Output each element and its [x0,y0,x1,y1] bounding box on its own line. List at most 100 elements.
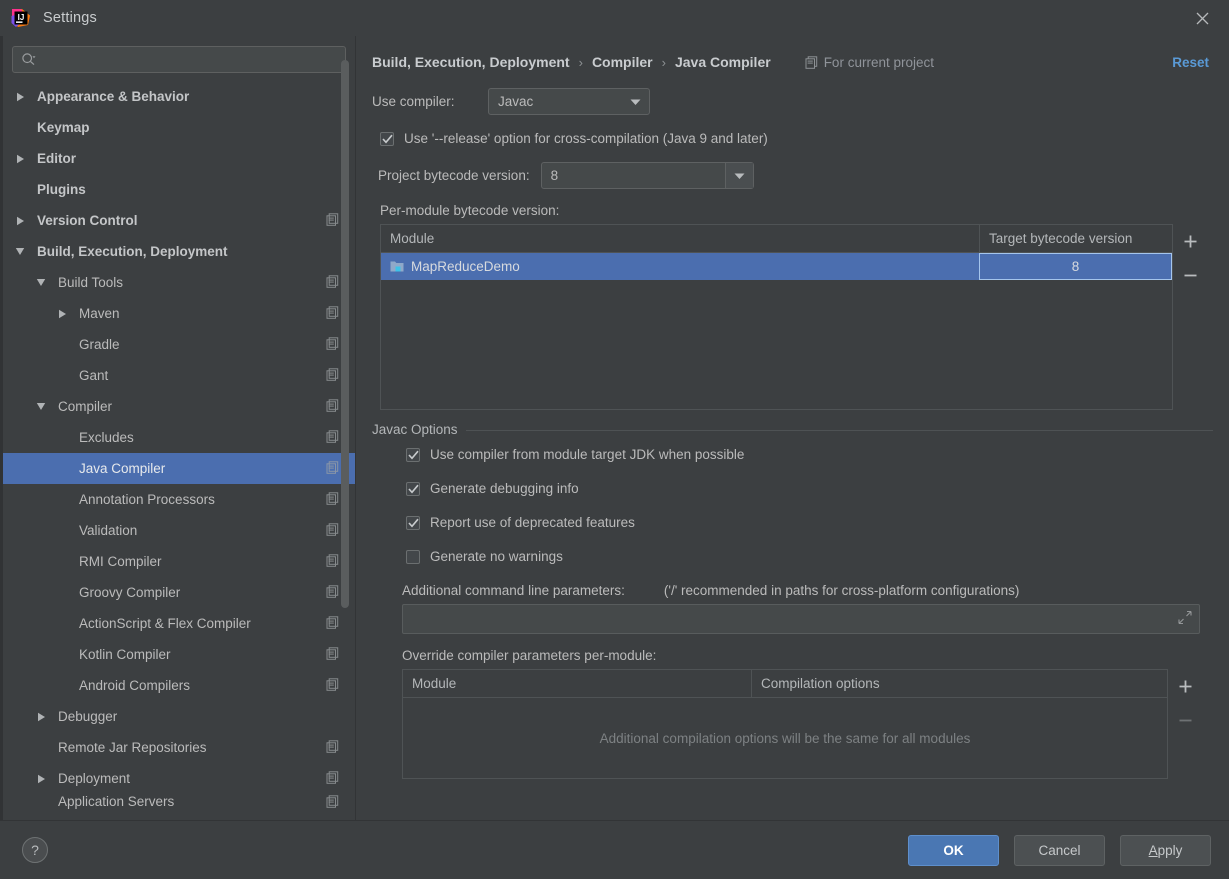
copy-settings-icon[interactable] [326,274,339,291]
chevron-down-icon[interactable] [724,163,753,188]
sidebar-item-kotlin-compiler[interactable]: Kotlin Compiler [3,639,355,670]
column-header-module[interactable]: Module [381,225,979,252]
copy-settings-icon[interactable] [326,367,339,384]
module-table[interactable]: Module Target bytecode version MapReduce… [380,224,1173,410]
copy-settings-icon[interactable] [326,739,339,756]
sidebar-item-build-tools[interactable]: Build Tools [3,267,355,298]
column-header-compilation-options[interactable]: Compilation options [751,670,1167,697]
copy-settings-icon[interactable] [326,795,339,811]
column-header-module[interactable]: Module [403,670,751,697]
sidebar-item-remote-jar-repositories[interactable]: Remote Jar Repositories [3,732,355,763]
copy-settings-icon[interactable] [326,336,339,353]
breadcrumb-item-1[interactable]: Compiler [592,54,653,70]
copy-settings-icon[interactable] [326,491,339,508]
javac-option-2[interactable]: Report use of deprecated features [406,515,1213,530]
checkbox-box[interactable] [406,549,420,564]
chevron-right-icon[interactable] [13,152,27,166]
sidebar-item-rmi-compiler[interactable]: RMI Compiler [3,546,355,577]
javac-option-label: Generate no warnings [430,549,563,564]
sidebar-item-debugger[interactable]: Debugger [3,701,355,732]
additional-params-input[interactable] [402,604,1200,634]
copy-settings-icon[interactable] [326,212,339,229]
sidebar-scrollbar-thumb[interactable] [341,59,349,609]
sidebar-item-compiler[interactable]: Compiler [3,391,355,422]
cancel-button[interactable]: Cancel [1014,834,1105,866]
search-icon [21,52,36,67]
sidebar-item-excludes[interactable]: Excludes [3,422,355,453]
sidebar-item-keymap[interactable]: Keymap [3,112,355,143]
add-override-button[interactable] [1168,669,1202,703]
checkbox-box[interactable] [406,515,420,530]
help-button[interactable]: ? [22,837,48,863]
copy-settings-icon[interactable] [326,460,339,477]
checkbox-box[interactable] [380,131,394,146]
sidebar-item-plugins[interactable]: Plugins [3,174,355,205]
use-compiler-dropdown[interactable]: Javac [488,88,650,115]
sidebar-item-editor[interactable]: Editor [3,143,355,174]
checkbox-box[interactable] [406,481,420,496]
copy-settings-icon[interactable] [326,646,339,663]
sidebar-item-application-servers[interactable]: Application Servers [3,794,355,812]
remove-override-button[interactable] [1168,703,1202,737]
target-bytecode-cell[interactable]: 8 [979,253,1172,280]
sidebar-item-gradle[interactable]: Gradle [3,329,355,360]
sidebar-scrollbar[interactable] [341,36,350,820]
copy-settings-icon[interactable] [326,398,339,415]
sidebar-item-android-compilers[interactable]: Android Compilers [3,670,355,701]
copy-settings-icon[interactable] [326,770,339,787]
copy-settings-icon[interactable] [326,584,339,601]
javac-option-0[interactable]: Use compiler from module target JDK when… [406,447,1213,462]
chevron-right-icon[interactable] [34,710,48,724]
override-table[interactable]: Module Compilation options Additional co… [402,669,1168,779]
add-module-button[interactable] [1173,224,1207,258]
sidebar-item-version-control[interactable]: Version Control [3,205,355,236]
sidebar-item-annotation-processors[interactable]: Annotation Processors [3,484,355,515]
javac-option-label: Report use of deprecated features [430,515,635,530]
copy-settings-icon[interactable] [326,522,339,539]
remove-module-button[interactable] [1173,258,1207,292]
reset-button[interactable]: Reset [1172,55,1213,70]
chevron-down-icon[interactable] [34,276,48,290]
search-input[interactable] [41,47,337,72]
chevron-down-icon[interactable] [34,400,48,414]
expand-icon[interactable] [1178,610,1192,628]
search-box[interactable] [12,46,346,73]
column-header-target-bytecode[interactable]: Target bytecode version [979,225,1172,252]
ok-button[interactable]: OK [908,834,999,866]
chevron-right-icon[interactable] [55,307,69,321]
apply-button[interactable]: Apply [1120,834,1211,866]
breadcrumb-item-0[interactable]: Build, Execution, Deployment [372,54,570,70]
checkbox-box[interactable] [406,447,420,462]
copy-settings-icon[interactable] [326,615,339,632]
settings-sidebar: Appearance & Behavior Keymap Editor Plugins… [3,36,356,820]
copy-settings-icon[interactable] [326,677,339,694]
chevron-right-icon[interactable] [13,214,27,228]
copy-settings-icon[interactable] [326,429,339,446]
copy-settings-icon[interactable] [326,305,339,322]
release-option-checkbox[interactable]: Use '--release' option for cross-compila… [380,131,1213,146]
sidebar-item-actionscript-flex-compiler[interactable]: ActionScript & Flex Compiler [3,608,355,639]
sidebar-item-deployment[interactable]: Deployment [3,763,355,794]
close-icon[interactable] [1189,6,1215,30]
table-row[interactable]: MapReduceDemo 8 [381,253,1172,280]
sidebar-item-build-execution-deployment[interactable]: Build, Execution, Deployment [3,236,355,267]
settings-tree[interactable]: Appearance & Behavior Keymap Editor Plugins… [3,81,355,820]
chevron-right-icon[interactable] [34,772,48,786]
sidebar-item-validation[interactable]: Validation [3,515,355,546]
project-bytecode-dropdown[interactable]: 8 [540,162,754,189]
sidebar-item-appearance-behavior[interactable]: Appearance & Behavior [3,81,355,112]
sidebar-item-java-compiler[interactable]: Java Compiler [3,453,355,484]
copy-settings-icon[interactable] [326,553,339,570]
chevron-down-icon[interactable] [13,245,27,259]
breadcrumb: Build, Execution, Deployment › Compiler … [372,36,1213,80]
sidebar-item-groovy-compiler[interactable]: Groovy Compiler [3,577,355,608]
javac-option-1[interactable]: Generate debugging info [406,481,1213,496]
javac-option-3[interactable]: Generate no warnings [406,549,1213,564]
sidebar-item-maven[interactable]: Maven [3,298,355,329]
chevron-right-icon[interactable] [13,90,27,104]
sidebar-item-gant[interactable]: Gant [3,360,355,391]
